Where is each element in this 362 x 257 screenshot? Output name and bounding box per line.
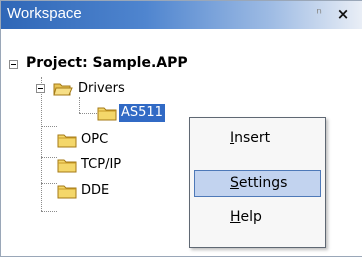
tree-connector [41, 211, 57, 212]
tree-connector [79, 113, 97, 114]
tree-item-opc[interactable]: OPC [81, 131, 108, 149]
menu-item-label: Settings [230, 175, 288, 191]
close-icon[interactable]: × [335, 6, 351, 22]
tree-item-drivers[interactable]: Drivers [78, 80, 125, 98]
folder-icon [57, 134, 77, 148]
context-menu: Insert Settings Help [189, 117, 326, 248]
mnemonic-letter: I [230, 130, 235, 146]
tree-connector [41, 183, 57, 184]
tree-connector [41, 77, 42, 211]
open-folder-icon [53, 83, 73, 96]
window-title: Workspace [7, 5, 82, 22]
project-node[interactable]: Project: Sample.APP [26, 54, 188, 72]
title-bar[interactable]: Workspace ⁿ × [1, 1, 362, 29]
menu-item-help[interactable]: Help [194, 205, 321, 232]
mnemonic-letter: H [230, 209, 241, 225]
pin-icon[interactable]: ⁿ [311, 6, 327, 22]
tree-connector [79, 97, 80, 113]
collapse-project-toggle[interactable] [9, 60, 18, 69]
tree-item-tcpip[interactable]: TCP/IP [81, 156, 121, 174]
menu-item-settings[interactable]: Settings [194, 170, 321, 197]
folder-icon [97, 107, 117, 121]
tree-item-as511[interactable]: AS511 [119, 104, 165, 122]
workspace-window: Workspace ⁿ × Project: Sample.APP Driver… [0, 0, 362, 257]
folder-icon [57, 159, 77, 173]
folder-icon [57, 185, 77, 199]
menu-item-label: Help [230, 209, 262, 225]
collapse-drivers-toggle[interactable] [36, 84, 45, 93]
tree-item-dde[interactable]: DDE [81, 182, 109, 200]
menu-item-label: Insert [230, 130, 271, 146]
tree-connector [41, 157, 57, 158]
menu-item-insert[interactable]: Insert [194, 126, 321, 153]
mnemonic-letter: S [230, 175, 239, 191]
tree-connector [41, 126, 57, 127]
